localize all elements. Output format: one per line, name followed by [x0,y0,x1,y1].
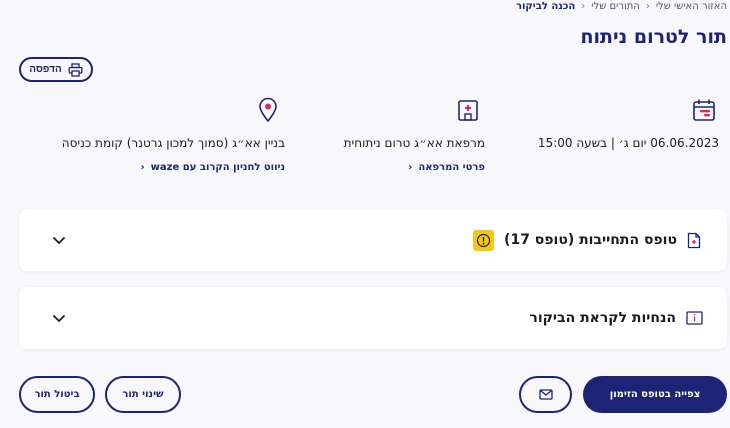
calendar-icon [692,98,716,122]
visit-instructions-card[interactable]: הנחיות לקראת הביקור [19,287,727,349]
cancel-appointment-button[interactable]: ביטול תור [19,376,95,413]
breadcrumb: האזור האישי שלי ‹ התורים שלי ‹ הכנה לביק… [516,1,727,12]
chevron-left-icon: ‹ [645,1,650,12]
chevron-left-icon: ‹ [408,162,413,173]
page-title: תור לטרום ניתוח [580,26,727,48]
clinic-location: בניין אא״ג (סמוך למכון גרטנר) קומת כניסה [61,136,285,150]
commitment-form-card[interactable]: טופס התחייבות (טופס 17) [19,209,727,271]
change-appointment-button[interactable]: שינוי תור [105,376,181,413]
visit-instructions-title: הנחיות לקראת הביקור [529,310,676,326]
email-button[interactable] [519,376,572,413]
hospital-building-icon [457,98,479,122]
chevron-down-icon[interactable] [52,236,66,245]
breadcrumb-item-personal-area[interactable]: האזור האישי שלי [656,1,727,12]
chevron-left-icon: ‹ [581,1,586,12]
print-button[interactable]: הדפסה [19,57,93,82]
print-button-label: הדפסה [29,64,62,75]
change-appointment-button-label: שינוי תור [122,389,164,400]
breadcrumb-current: הכנה לביקור [515,1,576,12]
chevron-down-icon[interactable] [52,314,66,323]
appointment-datetime: 06.06.2023 יום ג׳ | בשעה 15:00 [537,136,719,150]
document-icon [687,232,701,249]
clinic-name: מרפאת אא״ג טרום ניתוחית [343,136,485,150]
envelope-icon [538,389,553,400]
clinic-details-link-label: פרטי המרפאה [418,162,485,173]
waze-navigation-link-label: ניווט לחניון הקרוב עם waze [150,162,285,173]
info-card-icon [686,311,703,325]
waze-navigation-link[interactable]: ניווט לחניון הקרוב עם waze ‹ [141,162,285,173]
breadcrumb-item-my-appointments[interactable]: התורים שלי [591,1,640,12]
view-referral-button[interactable]: צפייה בטופס הזימון [583,376,727,413]
map-pin-icon [258,97,278,123]
warning-icon [473,229,495,251]
cancel-appointment-button-label: ביטול תור [34,389,80,400]
commitment-form-title: טופס התחייבות (טופס 17) [504,232,677,248]
chevron-left-icon: ‹ [140,162,145,173]
view-referral-button-label: צפייה בטופס הזימון [609,389,701,400]
clinic-details-link[interactable]: פרטי המרפאה ‹ [408,162,485,173]
printer-icon [68,62,83,77]
